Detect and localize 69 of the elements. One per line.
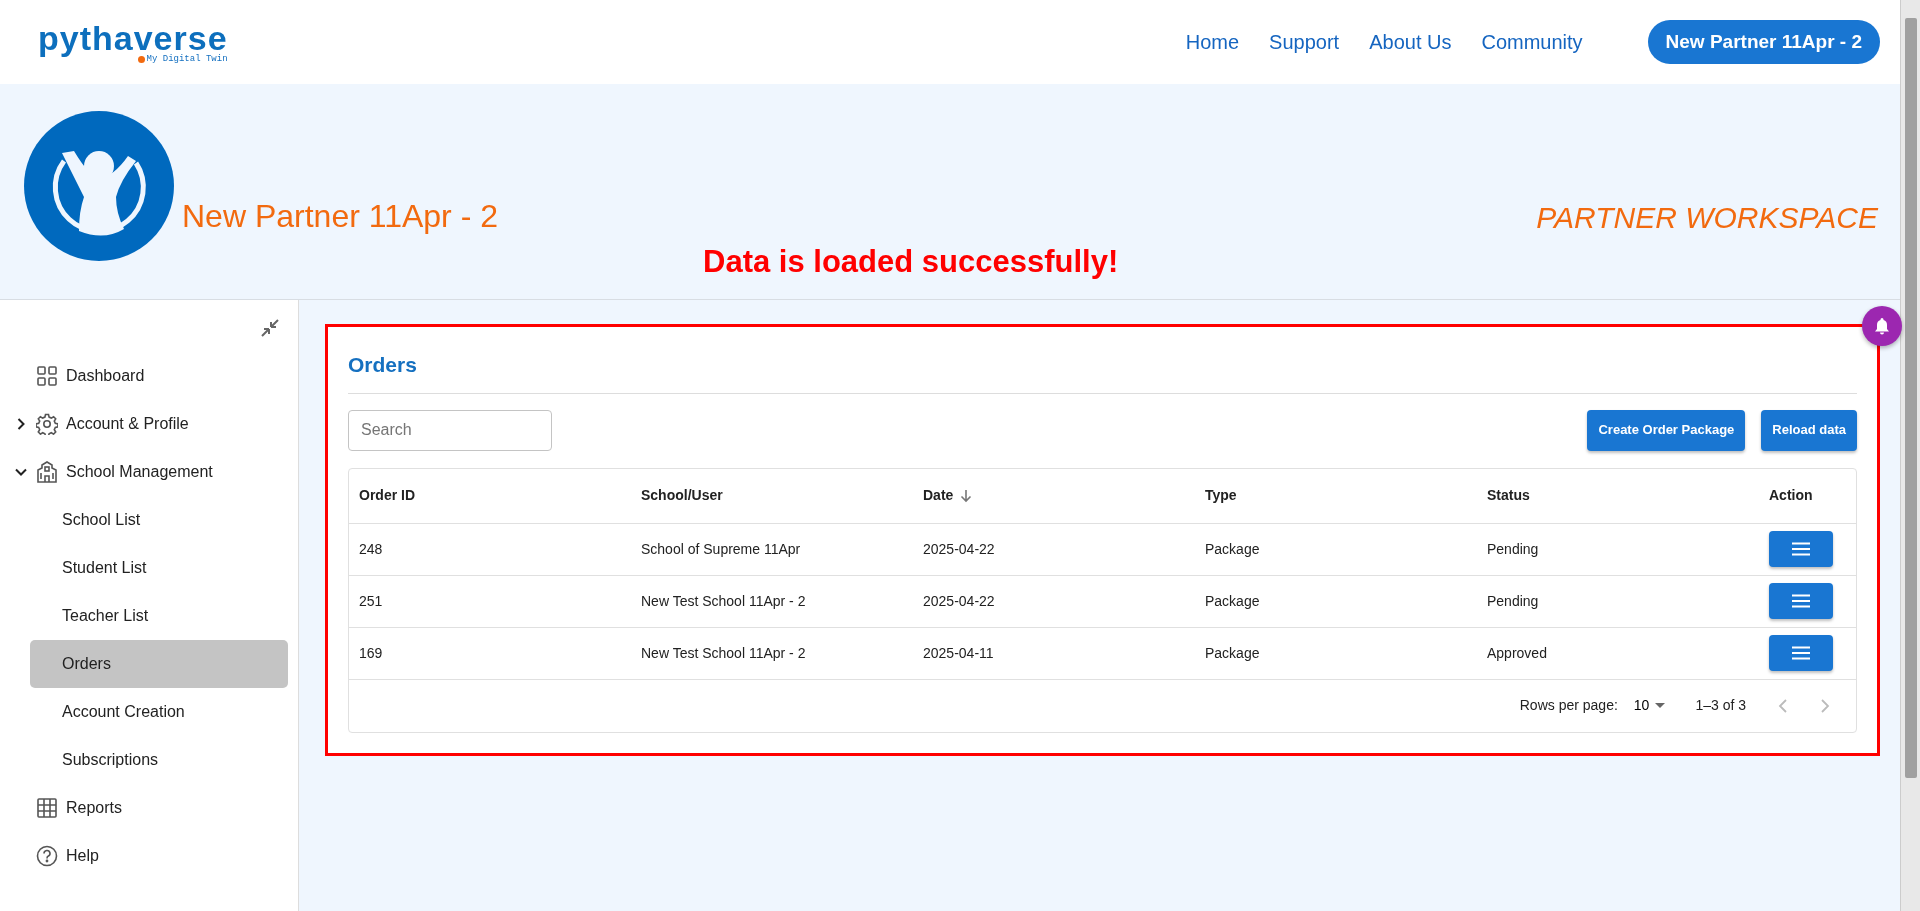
column-header[interactable]: Action xyxy=(1769,485,1846,506)
menu-icon xyxy=(1792,594,1810,608)
building-icon xyxy=(36,461,58,483)
table-cell: Pending xyxy=(1487,592,1539,609)
table-cell: 251 xyxy=(359,592,383,609)
gear-icon xyxy=(36,413,58,435)
account-button[interactable]: New Partner 11Apr - 2 xyxy=(1647,19,1880,65)
chevron-left-icon xyxy=(1778,698,1788,713)
person-logo-icon xyxy=(24,111,174,261)
menu-button[interactable] xyxy=(1769,583,1833,619)
menu-icon xyxy=(1792,542,1810,556)
success-message: Data is loaded successfully! xyxy=(703,242,1119,281)
sort-down-icon xyxy=(959,488,974,503)
sidebar-item[interactable]: Dashboard xyxy=(10,352,288,400)
table-cell: New Test School 11Apr - 2 xyxy=(641,592,806,609)
partner-name: New Partner 11Apr - 2 xyxy=(182,197,498,236)
table-cell: Approved xyxy=(1487,644,1547,661)
menu-button[interactable] xyxy=(1769,531,1833,567)
sidebar-item[interactable]: Reports xyxy=(10,784,288,832)
table-cell: New Test School 11Apr - 2 xyxy=(641,644,806,661)
table-cell: School of Supreme 11Apr xyxy=(641,540,801,557)
table-cell: Pending xyxy=(1487,540,1539,557)
table-cell: 2025-04-11 xyxy=(923,644,994,661)
sidebar-item[interactable]: Orders xyxy=(30,640,288,688)
workspace-title: PARTNER WORKSPACE xyxy=(1536,200,1878,236)
table-icon xyxy=(36,797,58,819)
column-header[interactable]: School/User xyxy=(641,485,923,506)
collapse-icon xyxy=(260,318,280,338)
table-cell: 2025-04-22 xyxy=(923,540,995,557)
section-title: Orders xyxy=(348,349,1857,394)
notification-button[interactable] xyxy=(1862,306,1902,346)
sidebar-item[interactable]: School Management xyxy=(10,448,288,496)
search-field[interactable]: Search xyxy=(348,409,552,451)
sidebar-item[interactable]: Help xyxy=(10,832,288,880)
menu-button[interactable] xyxy=(1769,635,1833,671)
dashboard-icon xyxy=(36,365,58,387)
table-cell: 248 xyxy=(359,540,383,557)
caret-icon xyxy=(1655,702,1666,709)
page-range: 1–3 of 3 xyxy=(1695,696,1746,715)
table-cell: Package xyxy=(1205,644,1260,661)
chevron-right-icon xyxy=(1820,698,1830,713)
rows-per-page-select[interactable]: 10 xyxy=(1633,695,1666,716)
help-icon xyxy=(36,845,58,867)
sidebar-item[interactable]: Teacher List xyxy=(30,592,288,640)
sidebar-item[interactable]: Subscriptions xyxy=(30,736,288,784)
column-header[interactable]: Status xyxy=(1487,485,1769,506)
menu-icon xyxy=(1792,646,1810,660)
sidebar-item[interactable]: Student List xyxy=(30,544,288,592)
action-button[interactable]: Create Order Package xyxy=(1587,409,1746,451)
brand-logo[interactable]: pythaverse My Digital Twin xyxy=(38,20,228,64)
nav-link[interactable]: About Us xyxy=(1354,27,1467,57)
column-header[interactable]: Type xyxy=(1205,485,1487,506)
collapse-button[interactable] xyxy=(260,318,280,338)
action-button[interactable]: Reload data xyxy=(1761,409,1857,451)
table-cell: Package xyxy=(1205,592,1260,609)
sidebar-item[interactable]: Account & Profile xyxy=(10,400,288,448)
nav-link[interactable]: Support xyxy=(1254,27,1355,57)
nav-link[interactable]: Community xyxy=(1466,27,1598,57)
table-cell: 169 xyxy=(359,644,383,661)
nav-link[interactable]: Home xyxy=(1170,27,1255,57)
table-cell: Package xyxy=(1205,540,1260,557)
table-cell: 2025-04-22 xyxy=(923,592,995,609)
sidebar-item[interactable]: Account Creation xyxy=(30,688,288,736)
column-header[interactable]: Order ID xyxy=(359,485,641,506)
scrollbar[interactable] xyxy=(1900,0,1920,911)
sidebar-item[interactable]: School List xyxy=(30,496,288,544)
bell-icon xyxy=(1873,317,1891,335)
column-header[interactable]: Date xyxy=(923,485,1205,506)
rows-per-page-label: Rows per page: xyxy=(1519,696,1618,715)
